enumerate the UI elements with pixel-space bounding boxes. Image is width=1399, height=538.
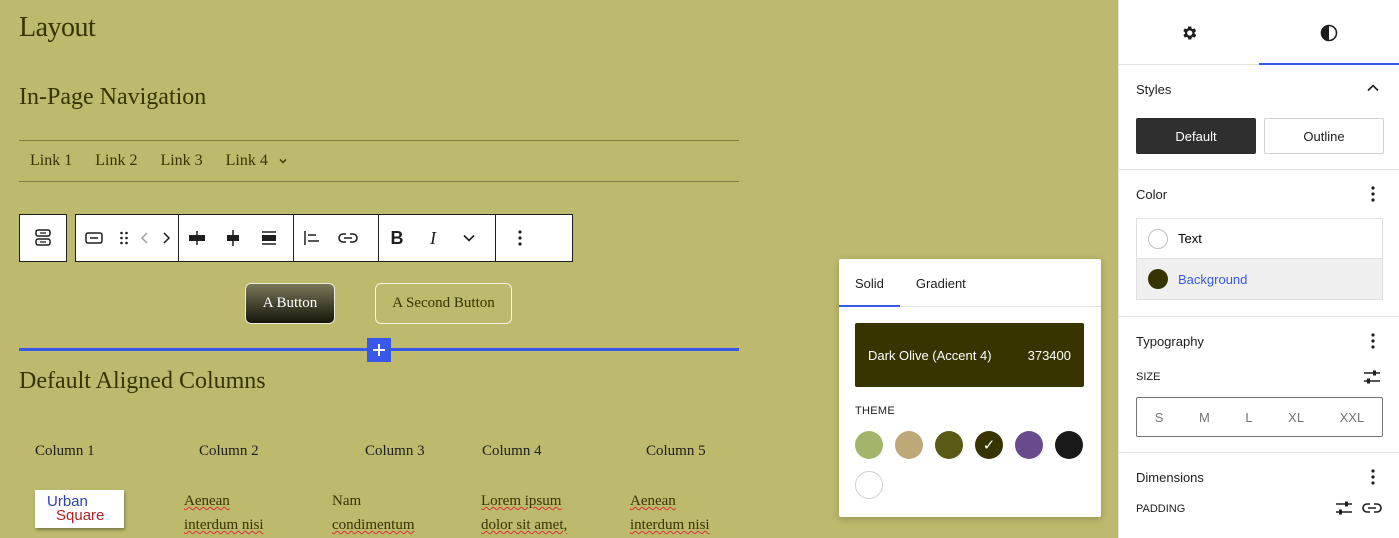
color-background-item[interactable]: Background: [1137, 259, 1382, 299]
move-right-icon[interactable]: [154, 215, 178, 261]
column-text-3: Nam condimentum: [332, 493, 415, 533]
color-swatch-4-selected[interactable]: ✓: [975, 431, 1003, 459]
color-swatch-1[interactable]: [855, 431, 883, 459]
block-toolbar: B I: [19, 214, 573, 262]
primary-button[interactable]: A Button: [245, 283, 335, 324]
button-block-icon[interactable]: [76, 215, 112, 261]
text-color-indicator: [1148, 228, 1168, 249]
urban-square-logo: Urban Square: [35, 490, 124, 528]
chevron-up-icon[interactable]: [1363, 78, 1383, 98]
options-icon[interactable]: [496, 215, 544, 261]
color-swatch-7[interactable]: [855, 471, 883, 499]
color-picker-popover: Solid Gradient Dark Olive (Accent 4) 373…: [839, 259, 1101, 517]
size-label: Size: [1136, 371, 1161, 383]
block-type-group: [19, 214, 67, 262]
color-settings-list: Text Background: [1136, 218, 1383, 300]
color-type-tabs: Solid Gradient: [839, 259, 1101, 307]
columns-heading: Default Aligned Columns: [19, 368, 266, 394]
font-size-picker: S M L XL XXL: [1136, 397, 1383, 437]
drag-handle-icon[interactable]: [112, 215, 136, 261]
column-text-4: Lorem ipsum dolor sit amet,: [481, 493, 568, 533]
color-text-label: Text: [1178, 231, 1202, 246]
selected-color-hex: 373400: [1027, 347, 1071, 363]
chevron-down-icon[interactable]: [276, 154, 290, 168]
typography-options-icon[interactable]: [1363, 331, 1383, 351]
justify-stretch-icon[interactable]: [251, 215, 287, 261]
italic-icon[interactable]: I: [415, 215, 451, 261]
nav-link-3[interactable]: Link 3: [160, 152, 202, 170]
color-swatch-6[interactable]: [1055, 431, 1083, 459]
dimensions-panel-title: Dimensions: [1136, 470, 1204, 485]
justify-left-icon[interactable]: [179, 215, 215, 261]
column-header-1: Column 1: [35, 443, 95, 459]
tab-gradient[interactable]: Gradient: [900, 259, 982, 307]
settings-sidebar: Styles Default Outline Color Text Backgr…: [1118, 0, 1399, 538]
nav-heading: In-Page Navigation: [19, 84, 207, 110]
more-formatting-chevron-icon[interactable]: [451, 215, 487, 261]
style-default-button[interactable]: Default: [1136, 118, 1256, 154]
contrast-icon: [1320, 24, 1338, 41]
sidebar-tabs: [1119, 0, 1399, 65]
gear-icon: [1183, 25, 1197, 40]
tab-styles[interactable]: [1259, 0, 1399, 65]
dimensions-options-icon[interactable]: [1363, 467, 1383, 487]
color-background-label: Background: [1178, 271, 1248, 287]
unlink-sides-icon[interactable]: [1361, 498, 1383, 518]
column-header-2: Column 2: [199, 443, 259, 459]
buttons-block-icon[interactable]: [20, 215, 66, 261]
move-left-icon[interactable]: [136, 215, 154, 261]
column-text-2: Aenean interdum nisi: [184, 493, 264, 533]
secondary-button[interactable]: A Second Button: [375, 283, 512, 324]
align-text-icon[interactable]: [294, 215, 330, 261]
check-icon: ✓: [982, 437, 996, 454]
padding-settings-icon[interactable]: [1334, 498, 1354, 518]
tab-solid[interactable]: Solid: [839, 259, 900, 307]
add-block-button[interactable]: [367, 338, 391, 362]
selected-color-preview[interactable]: Dark Olive (Accent 4) 373400: [855, 323, 1084, 387]
selected-color-name: Dark Olive (Accent 4): [868, 347, 992, 363]
editor-canvas: Layout In-Page Navigation Link 1 Link 2 …: [0, 0, 1118, 538]
color-text-item[interactable]: Text: [1137, 219, 1382, 259]
nav-link-2[interactable]: Link 2: [95, 152, 137, 170]
size-xl[interactable]: XL: [1288, 410, 1304, 425]
size-settings-icon[interactable]: [1362, 367, 1382, 387]
theme-label: Theme: [855, 405, 895, 417]
styles-panel-title: Styles: [1136, 82, 1172, 97]
navigation-block[interactable]: Link 1 Link 2 Link 3 Link 4: [19, 140, 739, 182]
background-color-indicator: [1148, 269, 1168, 289]
column-header-4: Column 4: [482, 443, 542, 459]
nav-link-4[interactable]: Link 4: [226, 152, 268, 170]
bold-icon[interactable]: B: [379, 215, 415, 261]
justify-center-icon[interactable]: [215, 215, 251, 261]
page-title: Layout: [19, 12, 96, 43]
column-header-5: Column 5: [646, 443, 706, 459]
color-options-icon[interactable]: [1363, 184, 1383, 204]
column-header-3: Column 3: [365, 443, 425, 459]
typography-panel-title: Typography: [1136, 334, 1204, 349]
padding-label: Padding: [1136, 503, 1186, 515]
color-swatch-5[interactable]: [1015, 431, 1043, 459]
tab-settings[interactable]: [1119, 0, 1259, 65]
style-outline-button[interactable]: Outline: [1264, 118, 1384, 154]
color-swatch-2[interactable]: [895, 431, 923, 459]
link-icon[interactable]: [330, 215, 366, 261]
color-panel-title: Color: [1136, 187, 1168, 202]
size-xxl[interactable]: XXL: [1340, 410, 1365, 425]
column-text-5: Aenean interdum nisi: [630, 493, 710, 533]
size-m[interactable]: M: [1199, 410, 1210, 425]
nav-link-1[interactable]: Link 1: [30, 152, 72, 170]
size-l[interactable]: L: [1245, 410, 1252, 425]
block-toolbar-controls: B I: [75, 214, 573, 262]
color-swatch-3[interactable]: [935, 431, 963, 459]
size-s[interactable]: S: [1155, 410, 1164, 425]
